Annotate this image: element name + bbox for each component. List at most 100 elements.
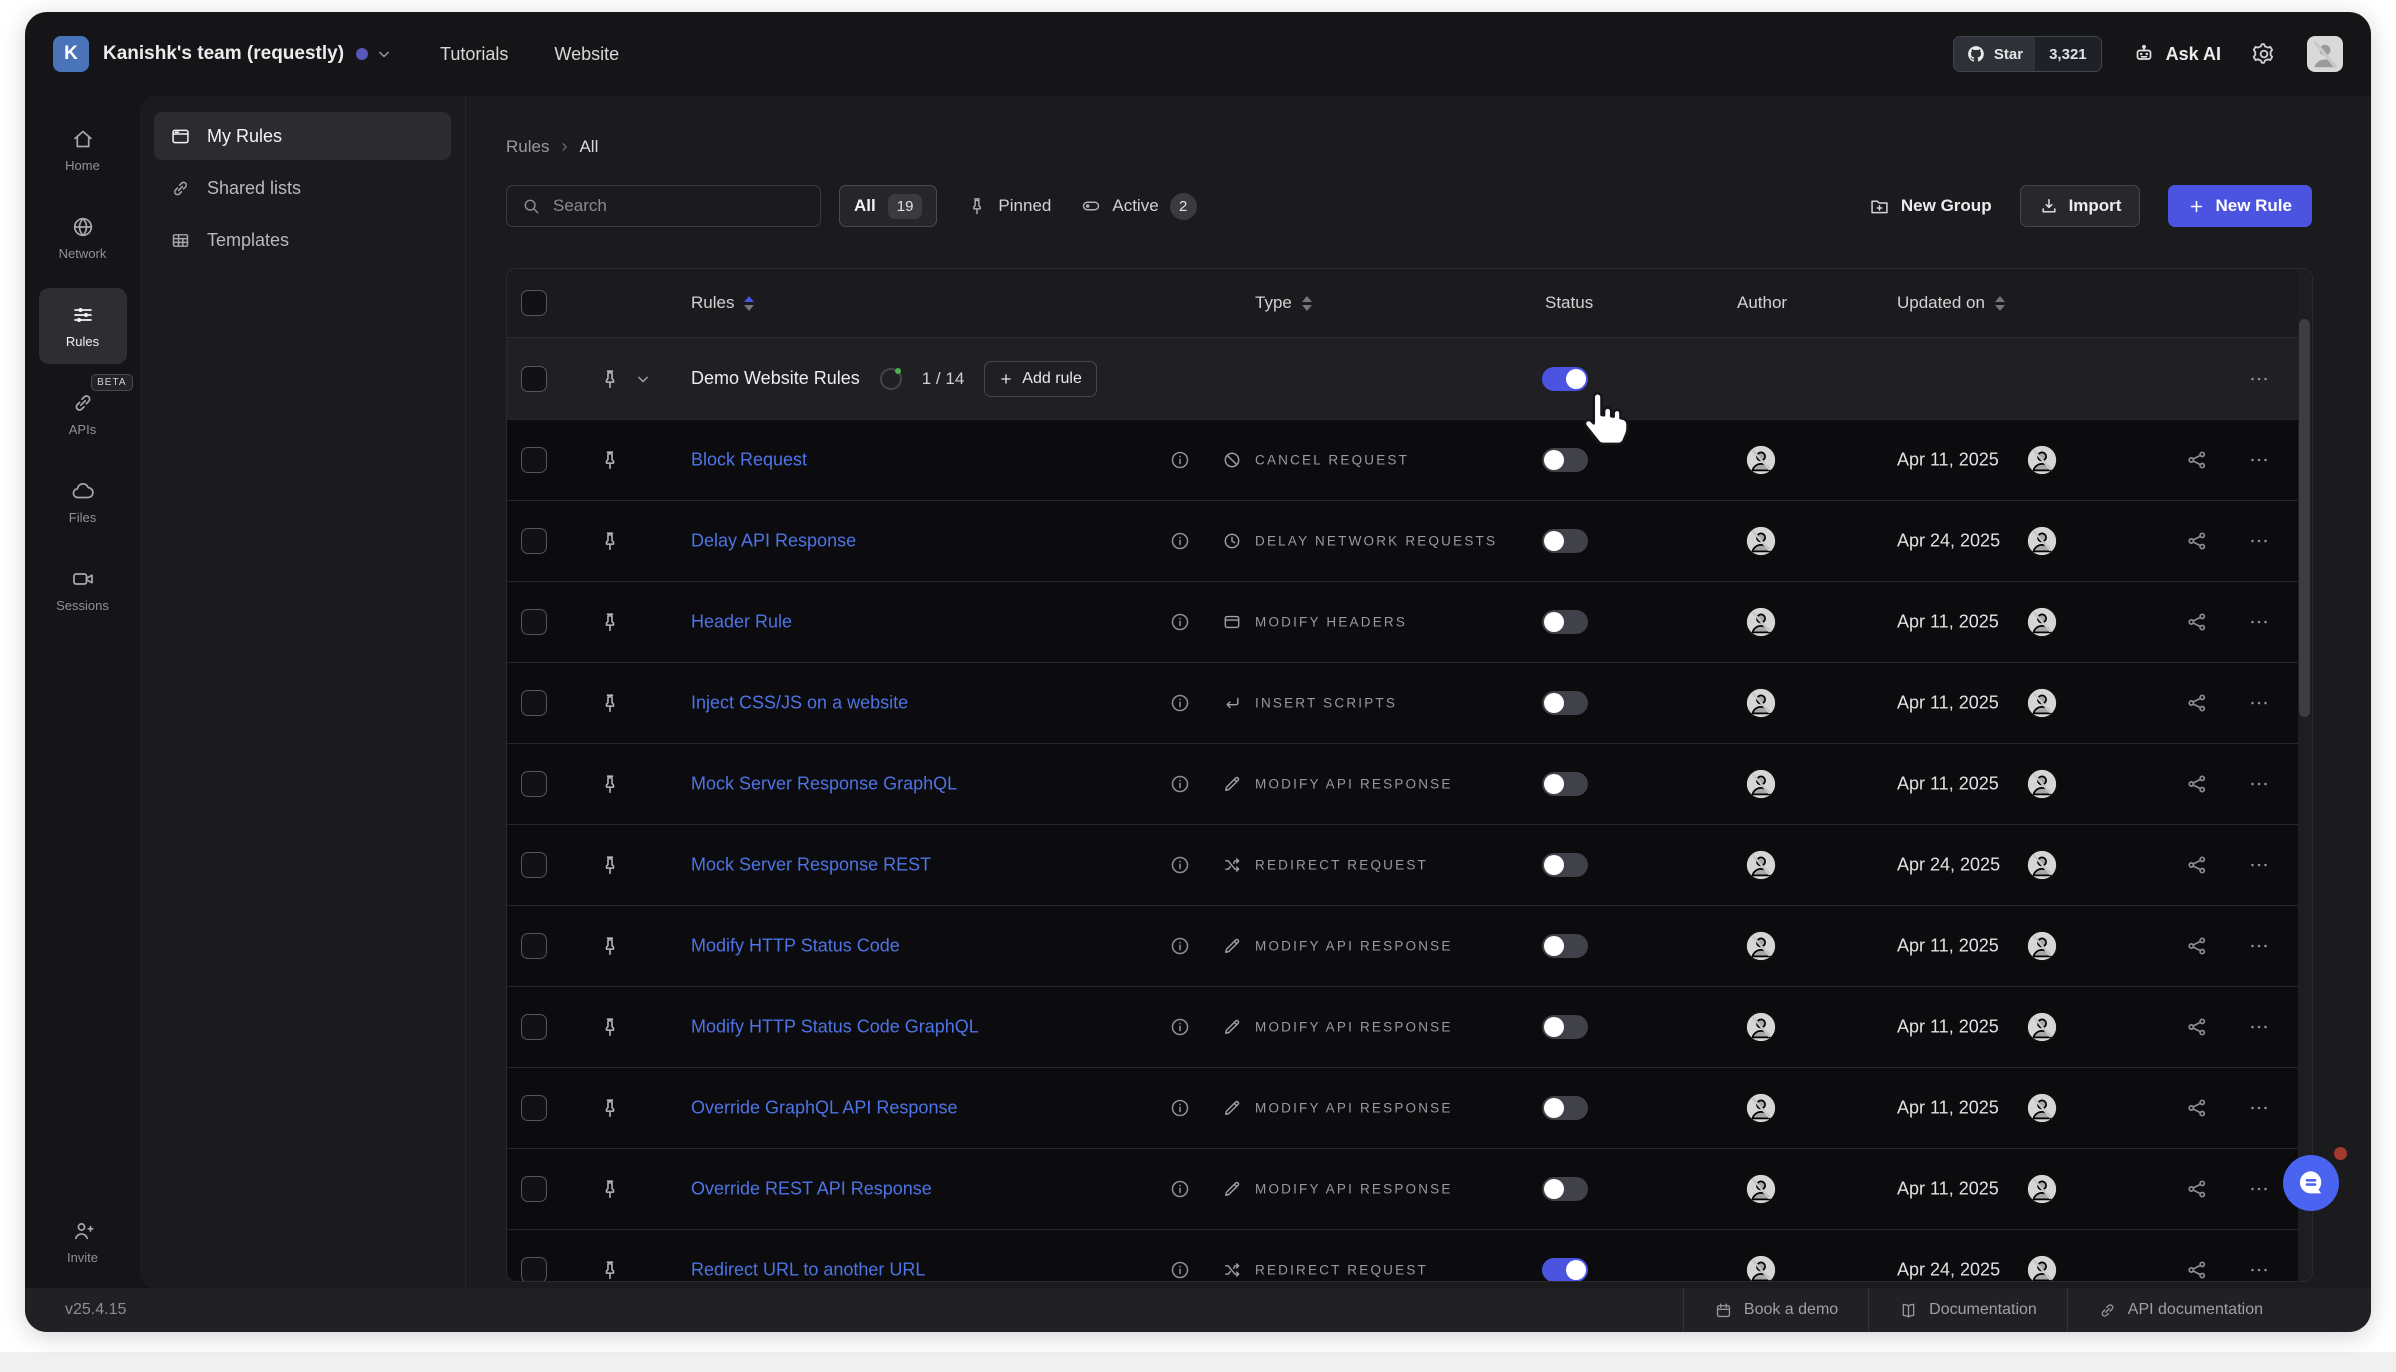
share-icon[interactable] <box>2185 934 2209 958</box>
row-checkbox[interactable] <box>521 609 547 635</box>
pin-icon[interactable] <box>599 1178 621 1200</box>
info-icon[interactable] <box>1169 773 1191 795</box>
more-button[interactable] <box>2247 934 2271 958</box>
column-header-type[interactable]: Type <box>1255 293 1312 313</box>
add-rule-button[interactable]: Add rule <box>984 361 1097 397</box>
sidebar-item-shared-lists[interactable]: Shared lists <box>154 164 451 212</box>
share-icon[interactable] <box>2185 1096 2209 1120</box>
ask-ai-button[interactable]: Ask AI <box>2132 42 2221 66</box>
pin-icon[interactable] <box>599 530 621 552</box>
more-button[interactable] <box>2247 1096 2271 1120</box>
new-group-button[interactable]: New Group <box>1869 196 1992 217</box>
row-checkbox[interactable] <box>521 1257 547 1282</box>
pin-icon[interactable] <box>599 1016 621 1038</box>
import-button[interactable]: Import <box>2020 185 2141 227</box>
pin-icon[interactable] <box>599 1259 621 1281</box>
row-checkbox[interactable] <box>521 1176 547 1202</box>
sidebar-item-templates[interactable]: Templates <box>154 216 451 264</box>
filter-tab-all[interactable]: All 19 <box>839 185 937 227</box>
more-button[interactable] <box>2247 367 2271 391</box>
workspace-avatar[interactable]: K <box>53 36 89 72</box>
share-icon[interactable] <box>2185 529 2209 553</box>
more-button[interactable] <box>2247 1015 2271 1039</box>
breadcrumb-root[interactable]: Rules <box>506 137 549 157</box>
rule-name-link[interactable]: Modify HTTP Status Code GraphQL <box>691 1017 979 1038</box>
row-checkbox[interactable] <box>521 1095 547 1121</box>
user-avatar[interactable] <box>2307 36 2343 72</box>
info-icon[interactable] <box>1169 1016 1191 1038</box>
pin-icon[interactable] <box>599 449 621 471</box>
row-checkbox[interactable] <box>521 771 547 797</box>
status-toggle[interactable] <box>1542 1177 1588 1201</box>
footer-link-api-documentation[interactable]: API documentation <box>2067 1288 2293 1332</box>
pin-icon[interactable] <box>599 854 621 876</box>
rail-item-invite[interactable]: Invite <box>39 1204 127 1280</box>
more-button[interactable] <box>2247 610 2271 634</box>
status-toggle[interactable] <box>1542 1258 1588 1282</box>
rail-item-files[interactable]: Files <box>39 464 127 540</box>
rail-item-sessions[interactable]: Sessions <box>39 552 127 628</box>
more-button[interactable] <box>2247 529 2271 553</box>
rail-item-home[interactable]: Home <box>39 112 127 188</box>
row-checkbox[interactable] <box>521 690 547 716</box>
pin-icon[interactable] <box>599 368 621 390</box>
sort-icon[interactable] <box>1995 296 2005 311</box>
row-checkbox[interactable] <box>521 447 547 473</box>
sidebar-item-my-rules[interactable]: My Rules <box>154 112 451 160</box>
pin-icon[interactable] <box>599 611 621 633</box>
more-button[interactable] <box>2247 853 2271 877</box>
info-icon[interactable] <box>1169 1178 1191 1200</box>
share-icon[interactable] <box>2185 691 2209 715</box>
status-toggle[interactable] <box>1542 610 1588 634</box>
share-icon[interactable] <box>2185 1258 2209 1282</box>
status-toggle[interactable] <box>1542 691 1588 715</box>
share-icon[interactable] <box>2185 1015 2209 1039</box>
gear-icon[interactable] <box>2251 41 2277 67</box>
info-icon[interactable] <box>1169 530 1191 552</box>
chat-widget-button[interactable] <box>2283 1155 2339 1211</box>
status-toggle[interactable] <box>1542 1015 1588 1039</box>
share-icon[interactable] <box>2185 853 2209 877</box>
row-checkbox[interactable] <box>521 933 547 959</box>
status-toggle[interactable] <box>1542 367 1588 391</box>
share-icon[interactable] <box>2185 448 2209 472</box>
footer-link-documentation[interactable]: Documentation <box>1868 1288 2067 1332</box>
nav-link-tutorials[interactable]: Tutorials <box>440 44 508 65</box>
rule-name-link[interactable]: Mock Server Response REST <box>691 855 931 876</box>
pin-icon[interactable] <box>599 692 621 714</box>
info-icon[interactable] <box>1169 611 1191 633</box>
share-icon[interactable] <box>2185 772 2209 796</box>
row-checkbox[interactable] <box>521 528 547 554</box>
info-icon[interactable] <box>1169 449 1191 471</box>
group-name[interactable]: Demo Website Rules <box>691 368 860 389</box>
status-toggle[interactable] <box>1542 529 1588 553</box>
info-icon[interactable] <box>1169 1259 1191 1281</box>
search-input[interactable] <box>553 196 783 216</box>
scrollbar[interactable] <box>2298 269 2311 1281</box>
rule-name-link[interactable]: Override GraphQL API Response <box>691 1098 957 1119</box>
rule-name-link[interactable]: Delay API Response <box>691 531 856 552</box>
scrollbar-thumb[interactable] <box>2299 319 2310 717</box>
new-rule-button[interactable]: New Rule <box>2168 185 2312 227</box>
status-toggle[interactable] <box>1542 1096 1588 1120</box>
share-icon[interactable] <box>2185 610 2209 634</box>
sort-icon[interactable] <box>744 296 754 311</box>
info-icon[interactable] <box>1169 854 1191 876</box>
rail-item-apis[interactable]: APIsBETA <box>39 376 127 452</box>
more-button[interactable] <box>2247 772 2271 796</box>
search-box[interactable] <box>506 185 821 227</box>
info-icon[interactable] <box>1169 1097 1191 1119</box>
workspace-name[interactable]: Kanishk's team (requestly) <box>103 43 344 65</box>
rule-name-link[interactable]: Block Request <box>691 450 807 471</box>
sort-icon[interactable] <box>1302 296 1312 311</box>
workspace-chevron-down-icon[interactable] <box>374 44 394 64</box>
pin-icon[interactable] <box>599 1097 621 1119</box>
more-button[interactable] <box>2247 1258 2271 1282</box>
more-button[interactable] <box>2247 691 2271 715</box>
rule-name-link[interactable]: Inject CSS/JS on a website <box>691 693 908 714</box>
column-header-updated[interactable]: Updated on <box>1897 293 2005 313</box>
rule-name-link[interactable]: Header Rule <box>691 612 792 633</box>
status-toggle[interactable] <box>1542 853 1588 877</box>
row-checkbox[interactable] <box>521 366 547 392</box>
share-icon[interactable] <box>2185 1177 2209 1201</box>
